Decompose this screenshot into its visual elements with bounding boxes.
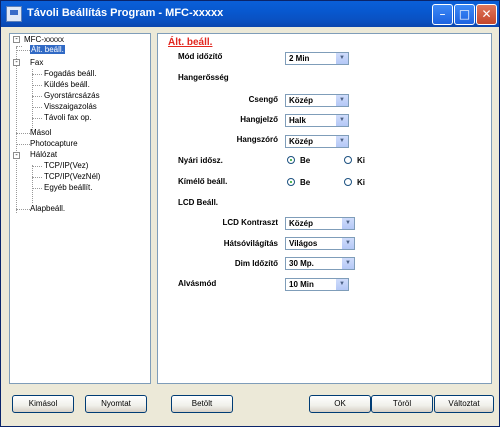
beeper-value: Halk (289, 116, 306, 125)
expand-network-icon[interactable]: - (13, 152, 20, 159)
beeper-label: Hangjelző (240, 115, 278, 124)
expand-fax-icon[interactable]: - (13, 59, 20, 66)
tree-item-other-settings[interactable]: Egyéb beállít. (44, 183, 92, 192)
sleep-mode-label: Alvásmód (178, 279, 217, 288)
ring-select[interactable]: Közép ▼ (285, 94, 349, 107)
tree-item-photocapture[interactable]: Photocapture (30, 139, 78, 148)
chevron-down-icon: ▼ (335, 115, 348, 126)
panel-title: Ált. beáll. (168, 37, 213, 48)
speaker-value: Közép (289, 137, 313, 146)
sleep-mode-value: 10 Min (289, 280, 314, 289)
dst-label: Nyári idősz. (178, 156, 223, 165)
chevron-down-icon: ▼ (341, 218, 354, 229)
volume-header: Hangerősség (178, 73, 229, 82)
tree-item-tcpip-wireless[interactable]: TCP/IP(VezNél) (44, 172, 100, 181)
ok-button[interactable]: OK (309, 395, 371, 413)
tree-item-send-setup[interactable]: Küldés beáll. (44, 80, 90, 89)
app-icon (6, 6, 22, 22)
toner-save-off-radio[interactable] (344, 178, 352, 186)
lcd-contrast-select[interactable]: Közép ▼ (285, 217, 355, 230)
dst-off-label: Ki (357, 156, 365, 165)
tree-item-general-setup[interactable]: Ált. beáll. (30, 45, 65, 54)
tree-item-initial-setup[interactable]: Alapbeáll. (30, 204, 65, 213)
app-window: Távoli Beállítás Program - MFC-xxxxx – □… (0, 0, 500, 427)
backlight-label: Hátsóvilágítás (223, 239, 278, 248)
lcd-header: LCD Beáll. (178, 198, 219, 207)
dst-on-label: Be (300, 156, 311, 165)
backlight-select[interactable]: Világos ▼ (285, 237, 355, 250)
dim-timer-value: 30 Mp. (289, 259, 314, 268)
dim-timer-label: Dim Időzítő (234, 259, 278, 268)
chevron-down-icon: ▼ (341, 258, 354, 269)
toner-save-label: Kímélő beáll. (178, 177, 228, 186)
title-bar[interactable]: Távoli Beállítás Program - MFC-xxxxx – □… (1, 1, 499, 27)
tree-item-network[interactable]: Hálózat (30, 150, 57, 159)
tree-item-speed-dial[interactable]: Gyorstárcsázás (44, 91, 100, 100)
mode-timer-select[interactable]: 2 Min ▼ (285, 52, 349, 65)
maximize-button[interactable]: □ (454, 4, 475, 25)
lcd-contrast-value: Közép (289, 219, 313, 228)
sleep-mode-select[interactable]: 10 Min ▼ (285, 278, 349, 291)
chevron-down-icon: ▼ (335, 95, 348, 106)
chevron-down-icon: ▼ (341, 238, 354, 249)
cancel-button[interactable]: Töröl (371, 395, 433, 413)
import-button[interactable]: Betölt (171, 395, 233, 413)
tree-item-copy[interactable]: Másol (30, 128, 51, 137)
chevron-down-icon: ▼ (335, 136, 348, 147)
dim-timer-select[interactable]: 30 Mp. ▼ (285, 257, 355, 270)
tree-item-report-setting[interactable]: Visszaigazolás (44, 102, 97, 111)
mode-timer-value: 2 Min (289, 54, 310, 63)
tree-item-remote-fax-opt[interactable]: Távoli fax op. (44, 113, 92, 122)
print-button[interactable]: Nyomtat (85, 395, 147, 413)
beeper-select[interactable]: Halk ▼ (285, 114, 349, 127)
toner-save-on-radio[interactable] (287, 178, 295, 186)
toner-save-on-label: Be (300, 178, 311, 187)
chevron-down-icon: ▼ (335, 53, 348, 64)
ring-label: Csengő (248, 95, 278, 104)
tree-item-fax[interactable]: Fax (30, 58, 43, 67)
window-title: Távoli Beállítás Program - MFC-xxxxx (27, 7, 224, 19)
minimize-button[interactable]: – (432, 4, 453, 25)
speaker-select[interactable]: Közép ▼ (285, 135, 349, 148)
dst-off-radio[interactable] (344, 156, 352, 164)
tree-root[interactable]: MFC-xxxxx (24, 35, 64, 44)
tree-item-tcpip-wired[interactable]: TCP/IP(Vez) (44, 161, 88, 170)
collapse-root-icon[interactable]: - (13, 36, 20, 43)
chevron-down-icon: ▼ (335, 279, 348, 290)
backlight-value: Világos (289, 239, 318, 248)
close-button[interactable]: ✕ (476, 4, 497, 25)
settings-tree[interactable]: - MFC-xxxxx Ált. beáll. - Fax Fogadás be… (9, 33, 151, 384)
mode-timer-label: Mód időzítő (178, 52, 223, 61)
tree-item-receive-setup[interactable]: Fogadás beáll. (44, 69, 96, 78)
apply-button[interactable]: Változtat (434, 395, 494, 413)
speaker-label: Hangszóró (236, 135, 278, 144)
ring-value: Közép (289, 96, 313, 105)
dst-on-radio[interactable] (287, 156, 295, 164)
lcd-contrast-label: LCD Kontraszt (222, 218, 278, 227)
export-button[interactable]: Kimásol (12, 395, 74, 413)
settings-panel: Ált. beáll. Mód időzítő 2 Min ▼ Hangerős… (157, 33, 492, 384)
toner-save-off-label: Ki (357, 178, 365, 187)
